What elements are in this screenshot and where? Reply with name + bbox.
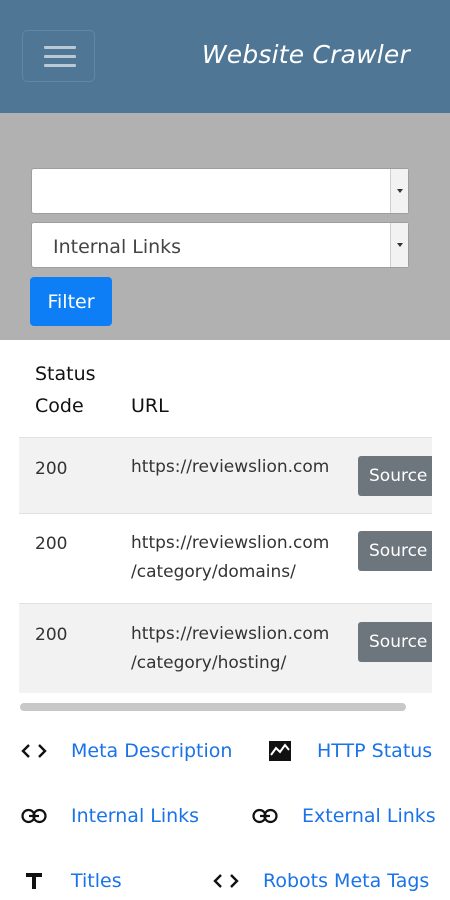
dropdown-arrow-icon[interactable]: [390, 223, 408, 267]
filter-panel: Internal Links Filter: [0, 113, 450, 340]
app-title[interactable]: Website Crawler: [202, 40, 410, 69]
http-status-link[interactable]: HTTP Status: [317, 740, 432, 762]
external-links-link[interactable]: External Links: [302, 805, 436, 827]
table-row: 200 https://reviewslion.com /category/do…: [19, 513, 432, 603]
link-type-value: Internal Links: [53, 236, 182, 258]
source-button[interactable]: Source: [358, 622, 432, 662]
menu-bar-icon: [44, 64, 76, 67]
dropdown-arrow-icon[interactable]: [390, 169, 408, 213]
source-button[interactable]: Source: [358, 456, 432, 496]
status-code-cell: 200: [35, 459, 68, 479]
meta-description-link[interactable]: Meta Description: [71, 740, 232, 762]
code-icon: [212, 867, 240, 895]
link-type-select[interactable]: Internal Links: [31, 222, 409, 268]
results-table: Status Code URL 200 https://reviewslion.…: [19, 340, 432, 693]
url-cell-line1: https://reviewslion.com: [131, 533, 330, 553]
url-cell: https://reviewslion.com: [131, 457, 330, 477]
table-row: 200 https://reviewslion.com Source: [19, 437, 432, 513]
hamburger-menu-button[interactable]: [22, 30, 95, 82]
chart-icon: [266, 737, 294, 765]
url-cell-line2: /category/domains/: [131, 562, 296, 582]
source-button[interactable]: Source: [358, 531, 432, 571]
url-header: URL: [131, 395, 169, 417]
link-icon: [20, 802, 48, 830]
filter-button[interactable]: Filter: [30, 277, 112, 326]
text-icon: [20, 867, 48, 895]
status-code-header: Status Code: [35, 363, 96, 417]
url-cell-line1: https://reviewslion.com: [131, 624, 330, 644]
menu-bar-icon: [44, 46, 76, 49]
status-code-cell: 200: [35, 534, 68, 554]
table-row: 200 https://reviewslion.com /category/ho…: [19, 603, 432, 693]
link-icon: [251, 802, 279, 830]
horizontal-scrollbar[interactable]: [20, 703, 406, 711]
first-filter-select[interactable]: [31, 168, 409, 214]
code-icon: [20, 737, 48, 765]
url-cell-line2: /category/hosting/: [131, 653, 287, 673]
robots-meta-tags-link[interactable]: Robots Meta Tags: [263, 870, 429, 892]
status-code-cell: 200: [35, 625, 68, 645]
internal-links-link[interactable]: Internal Links: [71, 805, 199, 827]
menu-bar-icon: [44, 55, 76, 58]
titles-link[interactable]: Titles: [71, 870, 122, 892]
top-navbar: Website Crawler: [0, 0, 450, 113]
